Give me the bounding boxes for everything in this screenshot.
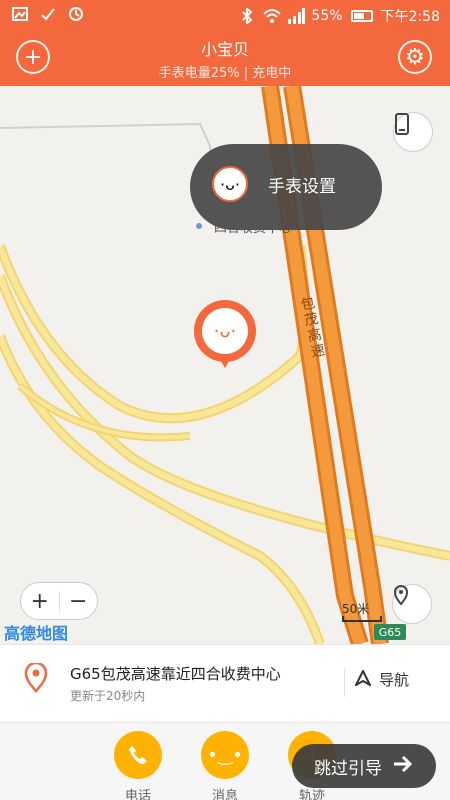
scale-label: 50米 (342, 602, 370, 616)
location-pin-icon (24, 661, 50, 693)
tab-label: 消息 (211, 789, 238, 800)
bunny-avatar-icon: ·ᴗ· (212, 166, 248, 202)
gallery-icon (12, 6, 28, 22)
battery-icon (350, 10, 373, 22)
zoom-control: + − (20, 582, 98, 620)
message-face-icon: •‿• (201, 731, 249, 779)
message-tab[interactable]: •‿• 消息 (185, 731, 265, 800)
zoom-in-button[interactable]: + (21, 583, 59, 619)
scale-bar (342, 616, 382, 622)
phone-device-button[interactable] (393, 112, 433, 152)
tooltip-label: 手表设置 (268, 177, 336, 197)
location-card: G65包茂高速靠近四合收费中心 更新于20秒内 导航 (0, 644, 450, 722)
call-tab[interactable]: 电话 (98, 731, 178, 800)
bluetooth-icon (239, 7, 255, 25)
signal-icon (287, 8, 306, 24)
location-address: G65包茂高速靠近四合收费中心 (70, 665, 281, 683)
arrow-right-icon (392, 755, 414, 778)
wifi-icon (263, 8, 282, 24)
bunny-face-icon: ·ᴗ· (202, 308, 248, 354)
poi-dot (196, 223, 202, 229)
map-logo: 高德地图 (4, 624, 69, 643)
check-icon (40, 6, 56, 22)
status-bar: 55% 下午2:58 (0, 0, 450, 32)
clock: 下午2:58 (380, 9, 440, 25)
settings-button[interactable]: ⚙ (398, 40, 432, 74)
highway-badge: G65 (374, 624, 406, 640)
sync-icon (68, 6, 84, 22)
map-view[interactable]: ·ᴗ· 手表设置 四合收费中心 包茂高速 ·ᴗ· + − 高德地图 50米 G6… (0, 86, 450, 644)
poi-label: 四合收费中心 (214, 221, 293, 236)
update-time: 更新于20秒内 (70, 689, 146, 703)
page-title: 小宝贝 (200, 40, 249, 59)
zoom-out-button[interactable]: − (60, 583, 98, 619)
divider (344, 669, 345, 697)
watch-status: 手表电量25% | 充电中 (158, 66, 292, 81)
navigate-button[interactable]: 导航 (353, 668, 410, 690)
tab-label: 电话 (124, 789, 151, 800)
skip-guide-button[interactable]: 跳过引导 (292, 744, 436, 788)
skip-label: 跳过引导 (314, 758, 382, 779)
navigation-arrow-icon (353, 668, 373, 690)
phone-call-icon (114, 731, 162, 779)
gear-icon: ⚙ (405, 44, 425, 70)
navigate-label: 导航 (379, 671, 410, 689)
battery-percent: 55% (311, 8, 343, 24)
locate-button[interactable] (392, 584, 432, 624)
child-location-marker[interactable]: ·ᴗ· (194, 300, 256, 362)
app-header: + 小宝贝 手表电量25% | 充电中 ⚙ (0, 32, 450, 86)
